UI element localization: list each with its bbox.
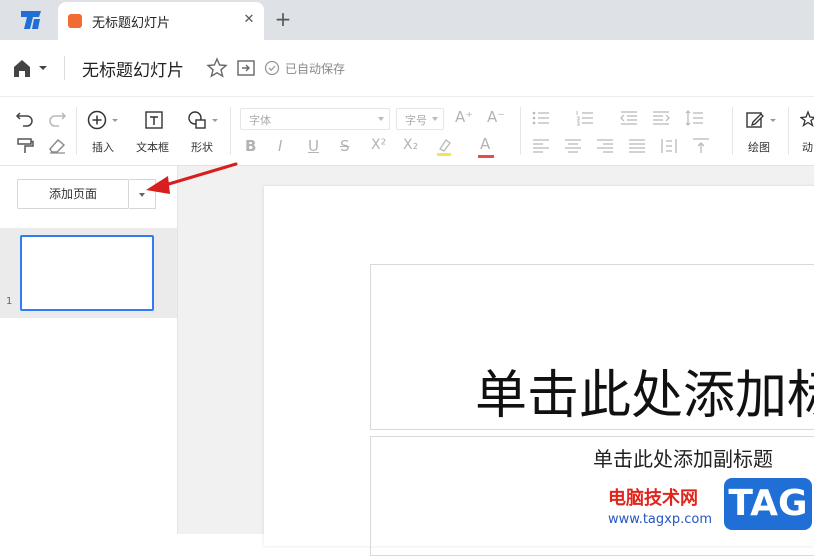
distribute-icon[interactable] <box>658 135 680 157</box>
italic-button[interactable]: I <box>278 137 282 155</box>
animation-button[interactable]: 动 <box>802 139 813 155</box>
chevron-down-icon[interactable] <box>768 109 778 131</box>
highlight-icon[interactable] <box>434 135 456 157</box>
annotation-arrow-icon <box>146 162 238 194</box>
slide-number: 1 <box>6 296 13 307</box>
tab-title: 无标题幻灯片 <box>92 16 171 31</box>
font-size-select[interactable]: 字号 <box>396 108 444 130</box>
slide-thumbnail-row[interactable]: 1 <box>0 228 177 318</box>
toolbar: 插入 文本框 形状 字体 字号 A⁺ A⁻ B I U S X² X₂ A 绘图… <box>0 96 814 166</box>
grow-font-button[interactable]: A⁺ <box>455 108 473 126</box>
document-title[interactable]: 无标题幻灯片 <box>82 56 184 81</box>
bold-button[interactable]: B <box>245 137 256 155</box>
slides-sidebar: 添加页面 1 <box>0 166 178 534</box>
strikethrough-button[interactable]: S <box>340 137 350 155</box>
eraser-icon[interactable] <box>46 135 68 157</box>
check-circle-icon <box>264 60 280 76</box>
font-size-placeholder: 字号 <box>405 114 427 127</box>
new-tab-button[interactable]: + <box>272 8 294 30</box>
watermark-url: www.tagxp.com <box>608 512 712 527</box>
animation-icon[interactable] <box>800 109 814 131</box>
insert-button[interactable]: 插入 <box>92 139 114 155</box>
align-right-icon[interactable] <box>594 135 616 157</box>
add-page-button[interactable]: 添加页面 <box>17 179 129 209</box>
underline-button[interactable]: U <box>308 137 319 155</box>
separator <box>520 107 521 155</box>
textbox-button[interactable]: 文本框 <box>136 139 169 155</box>
chevron-down-icon[interactable] <box>110 109 120 131</box>
tab-bar: 无标题幻灯片 ✕ + <box>0 0 814 40</box>
watermark-site-name: 电脑技术网 <box>608 488 698 509</box>
decrease-indent-icon[interactable] <box>618 107 640 129</box>
undo-icon[interactable] <box>14 107 36 129</box>
document-tab[interactable]: 无标题幻灯片 ✕ <box>58 2 264 40</box>
divider <box>64 56 65 80</box>
draw-button[interactable]: 绘图 <box>748 139 770 155</box>
increase-indent-icon[interactable] <box>650 107 672 129</box>
separator <box>788 107 789 155</box>
shrink-font-button[interactable]: A⁻ <box>487 108 505 126</box>
textbox-icon[interactable] <box>143 109 165 131</box>
autosave-status: 已自动保存 <box>285 62 346 76</box>
superscript-button[interactable]: X² <box>371 137 386 153</box>
format-painter-icon[interactable] <box>14 135 36 157</box>
separator <box>230 107 231 155</box>
redo-icon[interactable] <box>46 107 68 129</box>
font-color-button[interactable]: A <box>480 135 490 153</box>
app-logo-icon[interactable] <box>18 8 44 32</box>
chevron-down-icon[interactable] <box>210 109 220 131</box>
move-to-folder-icon[interactable] <box>236 58 256 78</box>
star-icon[interactable] <box>206 57 228 79</box>
shape-icon[interactable] <box>186 109 208 131</box>
title-placeholder-text: 单击此处添加标 <box>475 366 814 426</box>
subscript-button[interactable]: X₂ <box>403 137 418 153</box>
draw-icon[interactable] <box>744 109 766 131</box>
font-family-select[interactable]: 字体 <box>240 108 390 130</box>
slide-thumbnail[interactable] <box>20 235 154 311</box>
insert-plus-icon[interactable] <box>86 109 108 131</box>
font-color-swatch <box>478 155 494 158</box>
font-family-placeholder: 字体 <box>249 114 271 127</box>
line-spacing-icon[interactable] <box>684 107 706 129</box>
bullet-list-icon[interactable] <box>530 107 552 129</box>
watermark-badge: TAG <box>724 478 812 530</box>
separator <box>732 107 733 155</box>
vertical-align-icon[interactable] <box>690 135 712 157</box>
separator <box>76 107 77 155</box>
close-tab-icon[interactable]: ✕ <box>240 10 258 30</box>
align-center-icon[interactable] <box>562 135 584 157</box>
subtitle-placeholder-text: 单击此处添加副标题 <box>593 447 773 471</box>
presentation-icon <box>68 14 82 28</box>
shape-button[interactable]: 形状 <box>191 139 213 155</box>
align-left-icon[interactable] <box>530 135 552 157</box>
title-placeholder-box[interactable]: 单击此处添加标 <box>370 264 814 430</box>
editing-canvas: 单击此处添加标 单击此处添加副标题 <box>178 166 814 556</box>
title-bar: 无标题幻灯片 已自动保存 <box>0 40 814 96</box>
numbered-list-icon[interactable] <box>574 107 596 129</box>
justify-icon[interactable] <box>626 135 648 157</box>
home-icon[interactable] <box>12 58 48 78</box>
